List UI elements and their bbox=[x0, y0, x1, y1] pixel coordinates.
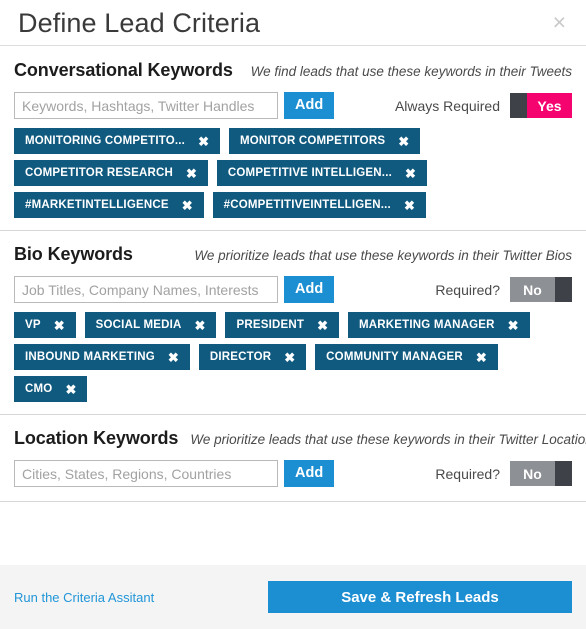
tag-item[interactable]: MONITORING COMPETITO... ✖ bbox=[14, 128, 220, 154]
tag-remove-icon[interactable]: ✖ bbox=[317, 319, 328, 332]
dialog-footer: Run the Criteria Assitant Save & Refresh… bbox=[0, 565, 586, 629]
tag-item[interactable]: PRESIDENT ✖ bbox=[225, 312, 339, 338]
tag-list-bio: VP ✖ SOCIAL MEDIA ✖ PRESIDENT ✖ MARKETIN… bbox=[14, 312, 572, 402]
tag-label: #COMPETITIVEINTELLIGEN... bbox=[223, 199, 391, 211]
define-lead-criteria-dialog: Define Lead Criteria × Conversational Ke… bbox=[0, 0, 586, 629]
tag-item[interactable]: INBOUND MARKETING ✖ bbox=[14, 344, 190, 370]
add-bio-keyword-button[interactable]: Add bbox=[284, 276, 335, 303]
dialog-header: Define Lead Criteria × bbox=[0, 0, 586, 46]
tag-item[interactable]: MONITOR COMPETITORS ✖ bbox=[228, 128, 421, 154]
tag-item[interactable]: MARKETING MANAGER ✖ bbox=[347, 312, 530, 338]
tag-remove-icon[interactable]: ✖ bbox=[476, 351, 487, 364]
tag-label: COMMUNITY MANAGER bbox=[326, 351, 463, 363]
section-header-bio: Bio Keywords We prioritize leads that us… bbox=[14, 244, 572, 265]
tag-item[interactable]: #COMPETITIVEINTELLIGEN... ✖ bbox=[212, 192, 426, 218]
tag-label: #MARKETINTELLIGENCE bbox=[25, 199, 169, 211]
tag-remove-icon[interactable]: ✖ bbox=[195, 319, 206, 332]
required-label-bio: Required? bbox=[435, 281, 500, 298]
section-title-location: Location Keywords bbox=[14, 428, 179, 448]
page-title: Define Lead Criteria bbox=[18, 7, 261, 38]
section-subtitle-location: We prioritize leads that use these keywo… bbox=[190, 432, 586, 447]
tag-label: SOCIAL MEDIA bbox=[95, 319, 182, 331]
tag-remove-icon[interactable]: ✖ bbox=[182, 199, 193, 212]
location-keywords-input[interactable] bbox=[14, 460, 278, 487]
tag-label: CMO bbox=[25, 383, 53, 395]
tag-remove-icon[interactable]: ✖ bbox=[65, 383, 76, 396]
tag-item[interactable]: VP ✖ bbox=[14, 312, 76, 338]
close-icon[interactable]: × bbox=[549, 9, 570, 36]
toggle-value-conversational: Yes bbox=[527, 93, 572, 118]
toggle-knob-icon bbox=[555, 461, 572, 486]
tag-label: MONITOR COMPETITORS bbox=[239, 135, 386, 147]
required-toggle-bio[interactable]: No bbox=[510, 277, 572, 302]
required-toggle-conversational[interactable]: Yes bbox=[510, 93, 572, 118]
input-row-conversational: Add Always Required Yes bbox=[14, 92, 572, 119]
criteria-sections: Conversational Keywords We find leads th… bbox=[0, 46, 586, 565]
tag-item[interactable]: #MARKETINTELLIGENCE ✖ bbox=[14, 192, 204, 218]
tag-remove-icon[interactable]: ✖ bbox=[404, 199, 415, 212]
add-conversational-keyword-button[interactable]: Add bbox=[284, 92, 335, 119]
section-bio-keywords: Bio Keywords We prioritize leads that us… bbox=[0, 231, 586, 415]
tag-label: VP bbox=[25, 319, 41, 331]
tag-label: PRESIDENT bbox=[236, 319, 305, 331]
tag-remove-icon[interactable]: ✖ bbox=[186, 167, 197, 180]
tag-label: COMPETITOR RESEARCH bbox=[25, 167, 173, 179]
input-row-location: Add Required? No bbox=[14, 460, 572, 487]
tag-item[interactable]: COMMUNITY MANAGER ✖ bbox=[315, 344, 498, 370]
tag-label: MONITORING COMPETITO... bbox=[25, 135, 186, 147]
toggle-knob-icon bbox=[555, 277, 572, 302]
required-group-bio: Required? No bbox=[435, 277, 572, 302]
required-toggle-location[interactable]: No bbox=[510, 461, 572, 486]
toggle-value-location: No bbox=[510, 461, 555, 486]
tag-item[interactable]: SOCIAL MEDIA ✖ bbox=[84, 312, 217, 338]
section-conversational-keywords: Conversational Keywords We find leads th… bbox=[0, 46, 586, 231]
section-subtitle-conversational: We find leads that use these keywords in… bbox=[250, 64, 572, 79]
tag-remove-icon[interactable]: ✖ bbox=[508, 319, 519, 332]
tag-item[interactable]: COMPETITIVE INTELLIGEN... ✖ bbox=[216, 160, 427, 186]
run-criteria-assistant-link[interactable]: Run the Criteria Assitant bbox=[14, 590, 154, 605]
tag-remove-icon[interactable]: ✖ bbox=[54, 319, 65, 332]
tag-label: MARKETING MANAGER bbox=[358, 319, 495, 331]
bio-keywords-input[interactable] bbox=[14, 276, 278, 303]
add-location-keyword-button[interactable]: Add bbox=[284, 460, 335, 487]
toggle-knob-icon bbox=[510, 93, 527, 118]
input-row-bio: Add Required? No bbox=[14, 276, 572, 303]
tag-remove-icon[interactable]: ✖ bbox=[168, 351, 179, 364]
tag-list-conversational: MONITORING COMPETITO... ✖ MONITOR COMPET… bbox=[14, 128, 572, 218]
tag-item[interactable]: COMPETITOR RESEARCH ✖ bbox=[14, 160, 208, 186]
required-label-location: Required? bbox=[435, 465, 500, 482]
section-title-bio: Bio Keywords bbox=[14, 244, 133, 264]
tag-remove-icon[interactable]: ✖ bbox=[405, 167, 416, 180]
tag-remove-icon[interactable]: ✖ bbox=[198, 135, 209, 148]
toggle-value-bio: No bbox=[510, 277, 555, 302]
section-header-conversational: Conversational Keywords We find leads th… bbox=[14, 60, 572, 81]
section-location-keywords: Location Keywords We prioritize leads th… bbox=[0, 415, 586, 502]
required-group-location: Required? No bbox=[435, 461, 572, 486]
required-label-conversational: Always Required bbox=[394, 97, 500, 114]
section-title-conversational: Conversational Keywords bbox=[14, 60, 233, 80]
section-header-location: Location Keywords We prioritize leads th… bbox=[14, 428, 586, 449]
tag-label: DIRECTOR bbox=[209, 351, 272, 363]
tag-remove-icon[interactable]: ✖ bbox=[284, 351, 295, 364]
tag-remove-icon[interactable]: ✖ bbox=[398, 135, 409, 148]
tag-item[interactable]: DIRECTOR ✖ bbox=[198, 344, 307, 370]
save-refresh-leads-button[interactable]: Save & Refresh Leads bbox=[268, 581, 572, 613]
conversational-keywords-input[interactable] bbox=[14, 92, 278, 119]
tag-item[interactable]: CMO ✖ bbox=[14, 376, 88, 402]
tag-label: COMPETITIVE INTELLIGEN... bbox=[227, 167, 392, 179]
section-subtitle-bio: We prioritize leads that use these keywo… bbox=[194, 248, 572, 263]
tag-label: INBOUND MARKETING bbox=[25, 351, 155, 363]
required-group-conversational: Always Required Yes bbox=[395, 93, 572, 118]
